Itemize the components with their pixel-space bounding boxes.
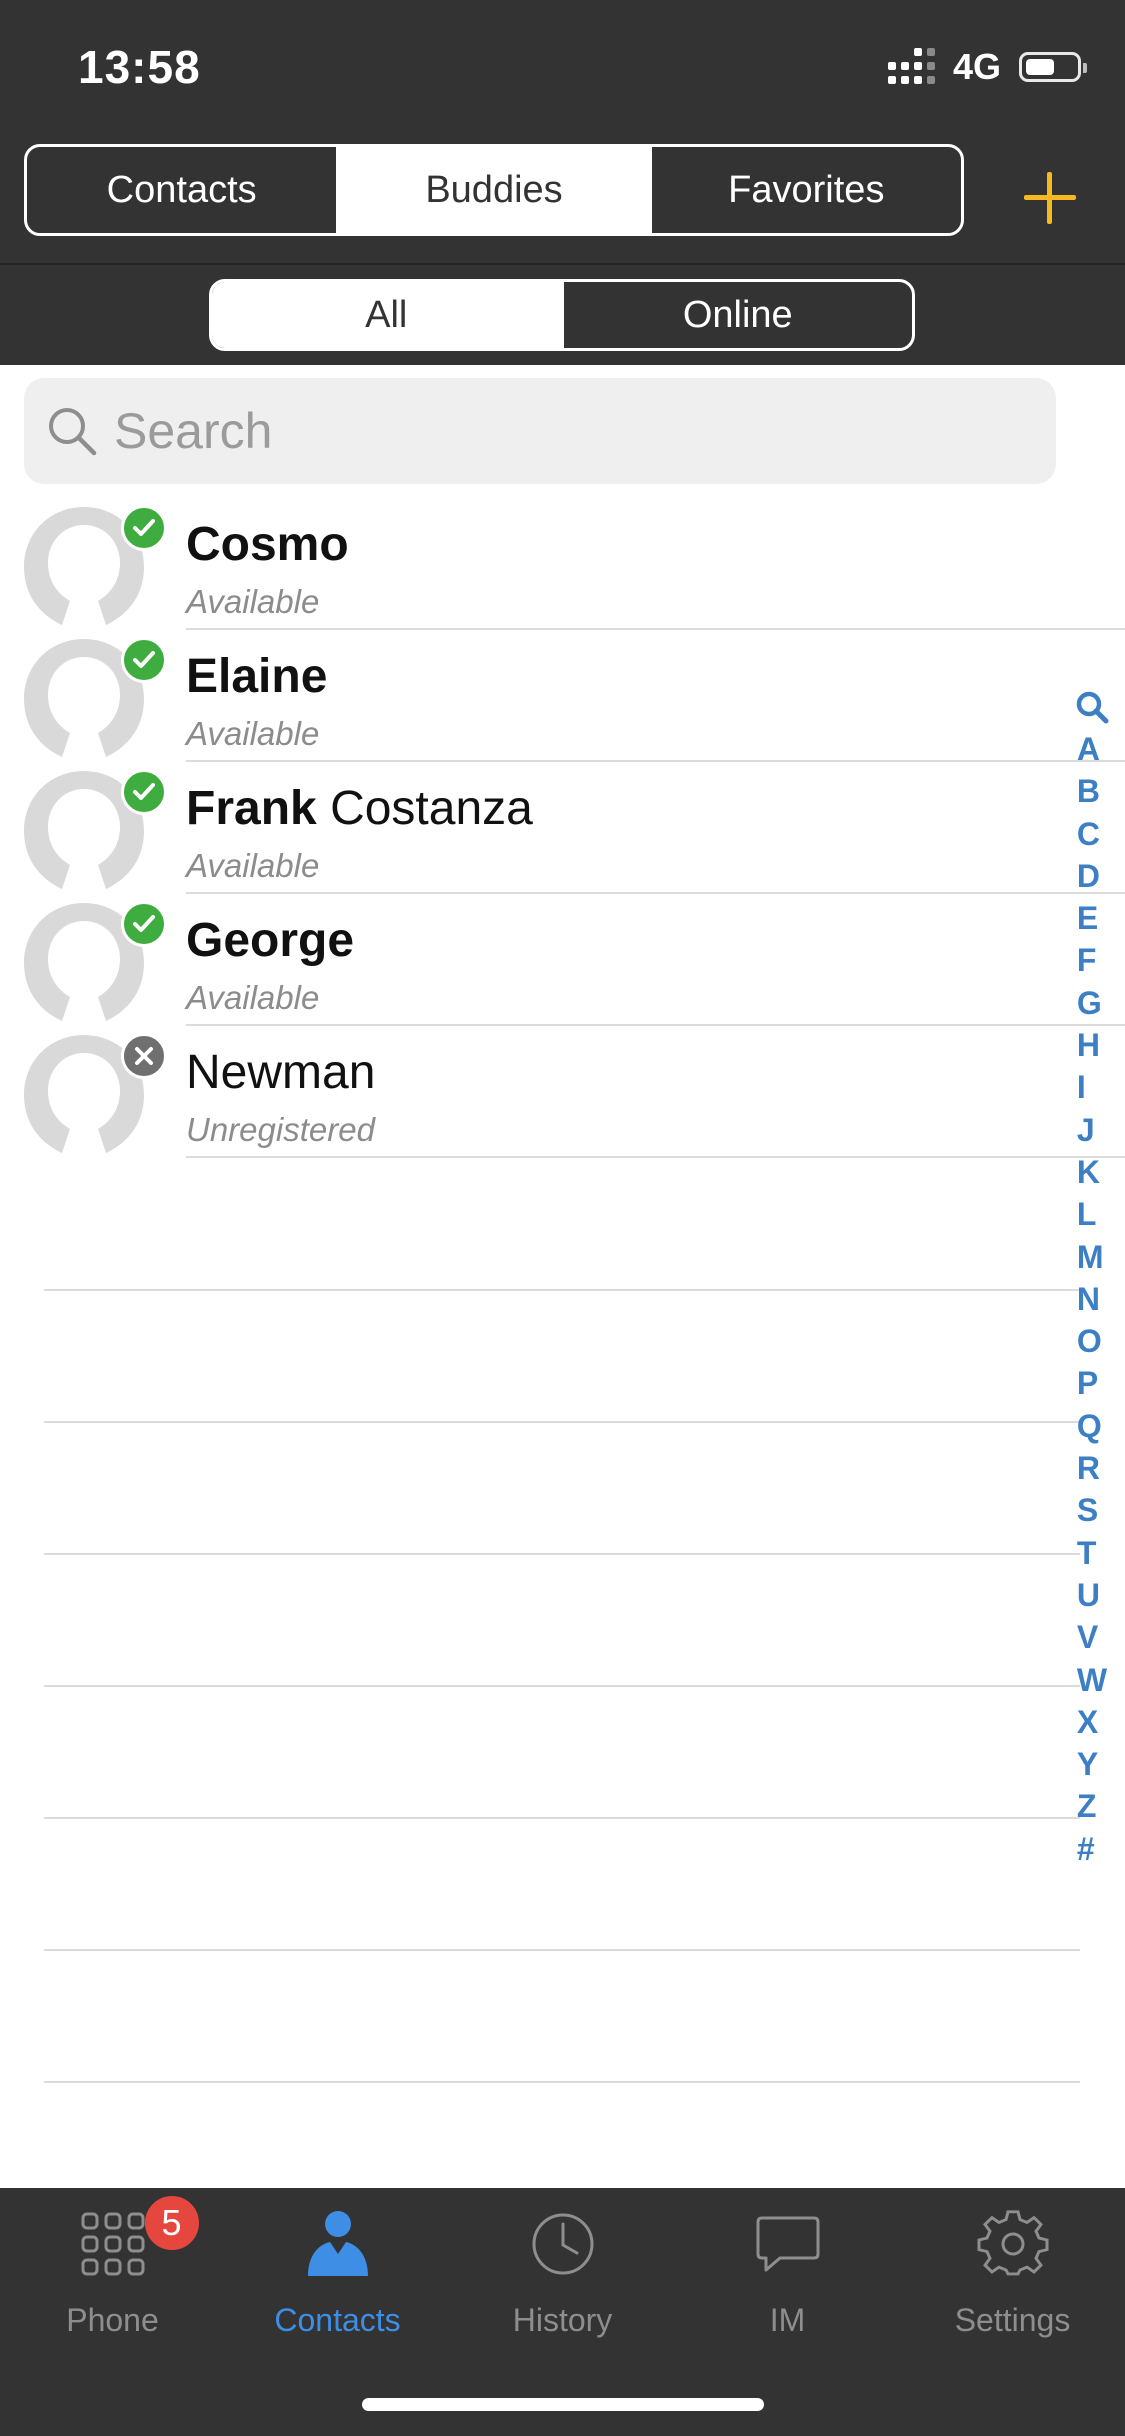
segment-buddies[interactable]: Buddies: [336, 147, 649, 233]
index-letter[interactable]: K: [1077, 1151, 1107, 1193]
tab-phone[interactable]: 5 Phone: [0, 2196, 225, 2358]
index-letter[interactable]: P: [1077, 1362, 1107, 1404]
filter-online[interactable]: Online: [560, 282, 913, 348]
available-check-icon: [121, 637, 167, 683]
tab-history[interactable]: History: [450, 2208, 675, 2358]
empty-row-divider: [44, 1685, 1080, 1687]
index-letter[interactable]: R: [1077, 1447, 1107, 1489]
dialpad-icon: 5: [77, 2196, 199, 2280]
header-divider: [0, 263, 1125, 265]
index-letter[interactable]: M: [1077, 1236, 1107, 1278]
search-bar[interactable]: [24, 378, 1056, 484]
network-label: 4G: [952, 46, 1001, 87]
row-divider: [186, 892, 1125, 894]
segment-favorites[interactable]: Favorites: [648, 147, 961, 233]
index-letter[interactable]: W: [1077, 1659, 1107, 1701]
index-letter[interactable]: B: [1077, 770, 1107, 812]
segment-contacts[interactable]: Contacts: [27, 147, 336, 233]
index-letter[interactable]: Q: [1077, 1405, 1107, 1447]
index-letter[interactable]: D: [1077, 855, 1107, 897]
index-letter[interactable]: J: [1077, 1109, 1107, 1151]
contact-name: Elaine: [186, 650, 328, 703]
add-button[interactable]: [1024, 172, 1076, 224]
tab-label: Phone: [66, 2302, 159, 2338]
contact-name: George: [186, 914, 355, 967]
index-letter[interactable]: X: [1077, 1701, 1107, 1743]
index-letter[interactable]: T: [1077, 1532, 1107, 1574]
tab-im[interactable]: IM: [675, 2208, 900, 2358]
available-check-icon: [121, 769, 167, 815]
index-letter[interactable]: U: [1077, 1574, 1107, 1616]
contact-name: Cosmo: [186, 518, 349, 571]
index-letter[interactable]: H: [1077, 1024, 1107, 1066]
empty-row-divider: [44, 1421, 1080, 1423]
tab-contacts[interactable]: Contacts: [225, 2208, 450, 2358]
index-letter[interactable]: I: [1077, 1066, 1107, 1108]
index-letter[interactable]: Y: [1077, 1743, 1107, 1785]
contact-status: Available: [186, 583, 320, 620]
chat-bubble-icon: [752, 2208, 824, 2280]
status-time: 13:58: [78, 41, 201, 93]
person-icon: [302, 2208, 374, 2280]
battery-icon: [1019, 52, 1087, 82]
index-letter[interactable]: N: [1077, 1278, 1107, 1320]
empty-row-divider: [44, 1817, 1080, 1819]
empty-row-divider: [44, 1289, 1080, 1291]
contact-status: Available: [186, 715, 320, 752]
index-letter[interactable]: F: [1077, 939, 1107, 981]
contact-status: Available: [186, 847, 320, 884]
available-check-icon: [121, 901, 167, 947]
index-search-icon[interactable]: [1075, 686, 1109, 728]
index-letter[interactable]: V: [1077, 1616, 1107, 1658]
notification-badge: 5: [144, 2196, 199, 2250]
row-divider: [186, 760, 1125, 762]
filter-segmented-control: All Online: [209, 279, 915, 351]
contact-row-newman[interactable]: Newman Unregistered: [0, 1029, 1125, 1161]
index-letter[interactable]: E: [1077, 897, 1107, 939]
row-divider: [186, 628, 1125, 630]
contact-status: Unregistered: [186, 1111, 375, 1148]
row-divider: [186, 1024, 1125, 1026]
home-indicator[interactable]: [362, 2398, 764, 2411]
index-letter[interactable]: G: [1077, 982, 1107, 1024]
tab-settings[interactable]: Settings: [900, 2208, 1125, 2358]
tab-label: Contacts: [274, 2302, 401, 2338]
index-letter[interactable]: A: [1077, 728, 1107, 770]
available-check-icon: [121, 505, 167, 551]
main-segmented-control: Contacts Buddies Favorites: [24, 144, 964, 236]
tab-label: Settings: [954, 2302, 1071, 2338]
contact-row-frank-costanza[interactable]: Frank Costanza Available: [0, 765, 1125, 897]
empty-row-divider: [44, 1949, 1080, 1951]
filter-all[interactable]: All: [212, 282, 561, 348]
contact-row-elaine[interactable]: Elaine Available: [0, 633, 1125, 765]
contact-row-cosmo[interactable]: Cosmo Available: [0, 501, 1125, 633]
contact-row-george[interactable]: George Available: [0, 897, 1125, 1029]
unregistered-x-icon: [121, 1033, 167, 1079]
index-letter[interactable]: O: [1077, 1320, 1107, 1362]
search-input[interactable]: [112, 401, 1016, 461]
index-letters: A B C D E F G H I J K L M N O P Q R S T U V W X Y Z #: [1077, 728, 1107, 1870]
status-indicators: 4G: [887, 46, 1087, 88]
contact-status: Available: [186, 979, 320, 1016]
index-letter[interactable]: S: [1077, 1489, 1107, 1531]
signal-icon: [887, 48, 935, 84]
empty-row-divider: [44, 2081, 1080, 2083]
search-icon: [49, 408, 97, 456]
empty-row-divider: [44, 1553, 1080, 1555]
contact-name: Frank Costanza: [186, 782, 533, 835]
contact-name: Newman: [186, 1046, 376, 1099]
index-letter[interactable]: #: [1077, 1828, 1107, 1870]
row-divider: [186, 1156, 1125, 1158]
index-letter[interactable]: L: [1077, 1193, 1107, 1235]
gear-icon: [977, 2208, 1049, 2280]
alphabet-index[interactable]: A B C D E F G H I J K L M N O P Q R S T U V W X Y Z #: [1067, 686, 1117, 1870]
clock-icon: [527, 2208, 599, 2280]
tab-label: IM: [769, 2302, 806, 2338]
tab-label: History: [512, 2302, 613, 2338]
index-letter[interactable]: Z: [1077, 1785, 1107, 1827]
index-letter[interactable]: C: [1077, 813, 1107, 855]
